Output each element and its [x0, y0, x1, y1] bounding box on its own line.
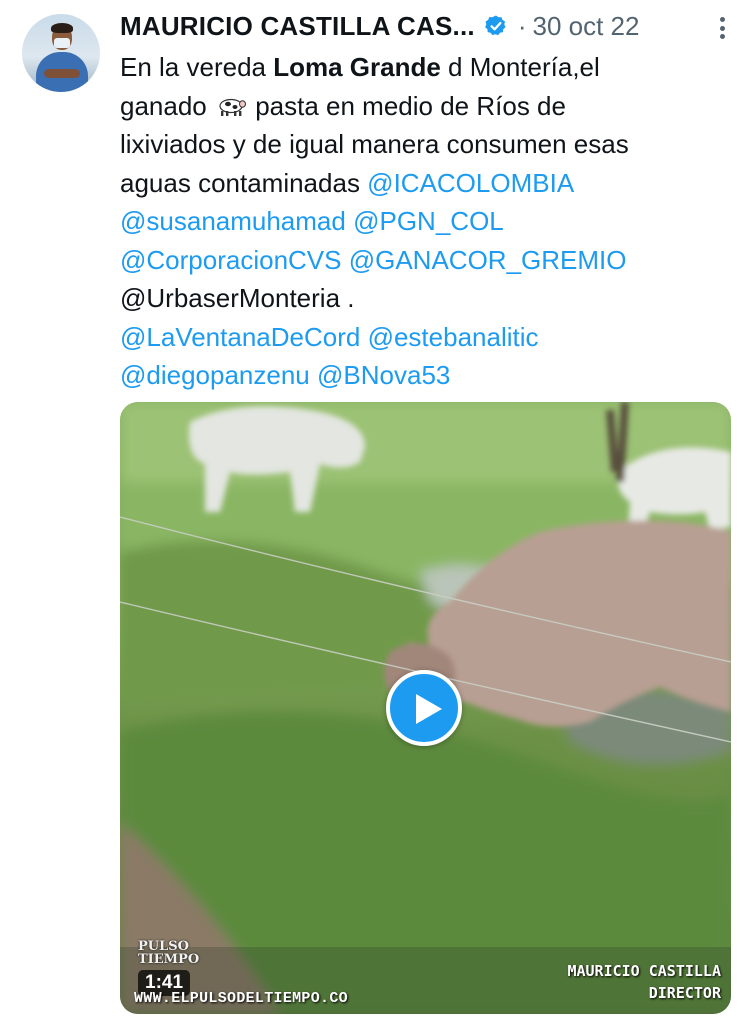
text-segment — [341, 245, 348, 275]
tweet-text-line: En la vereda Loma Grande d Montería,el — [120, 48, 740, 87]
tweet-text-line: lixiviados y de igual manera consumen es… — [120, 125, 740, 164]
watermark-logo: PULSO TIEMPO — [138, 940, 199, 966]
mention-link[interactable]: @BNova53 — [317, 360, 450, 390]
watermark-credit: MAURICIO CASTILLA DIRECTOR — [567, 960, 721, 1004]
tweet-text-line: aguas contaminadas @ICACOLOMBIA — [120, 164, 740, 203]
text-segment — [310, 360, 317, 390]
tweet-text-line: ganado pasta en medio de Ríos de — [120, 87, 740, 126]
tweet-date[interactable]: 30 oct 22 — [533, 11, 640, 42]
more-dot — [719, 34, 725, 39]
text-segment: aguas contaminadas — [120, 167, 368, 198]
text-segment: d Montería,el — [440, 52, 600, 82]
tweet-text-line: @diegopanzenu @BNova53 — [120, 356, 740, 395]
play-icon — [416, 694, 442, 724]
author-name[interactable]: MAURICIO CASTILLA CAS... — [120, 11, 475, 42]
mention-link[interactable]: @diegopanzenu — [120, 360, 310, 390]
avatar-arms — [44, 69, 80, 78]
video-player[interactable]: PULSO TIEMPO 1:41 WWW.ELPULSODELTIEMPO.C… — [120, 402, 731, 1014]
more-dot — [719, 25, 725, 31]
watermark-logo-line2: TIEMPO — [138, 952, 200, 967]
tweet-text-line: @UrbaserMonteria . — [120, 279, 740, 318]
mention-link[interactable]: @GANACOR_GREMIO — [349, 245, 627, 275]
header-separator: · — [517, 10, 527, 41]
text-segment — [360, 322, 367, 352]
tweet-header: MAURICIO CASTILLA CAS... · 30 oct 22 — [120, 8, 639, 44]
mention-link[interactable]: @susanamuhamad — [120, 206, 346, 236]
credit-title: DIRECTOR — [648, 984, 721, 1002]
mention-link[interactable]: @ICACOLOMBIA — [367, 168, 574, 198]
tweet-text: En la vereda Loma Grande d Montería,el ga… — [120, 48, 740, 395]
tweet-text-line: @LaVentanaDeCord @estebanalitic — [120, 318, 740, 357]
mention-link[interactable]: @LaVentanaDeCord — [120, 322, 360, 352]
play-button[interactable] — [386, 670, 462, 746]
verified-badge-icon — [484, 15, 506, 36]
avatar-hair — [51, 23, 73, 33]
text-segment — [346, 206, 353, 236]
mention-link[interactable]: @PGN_COL — [353, 206, 504, 236]
text-segment: En la vereda — [120, 52, 274, 82]
tweet-text-line: @susanamuhamad @PGN_COL — [120, 202, 740, 241]
text-segment: @UrbaserMonteria . — [120, 283, 355, 313]
text-segment: pasta en medio de Ríos de — [247, 90, 566, 121]
cow-emoji — [219, 98, 246, 116]
mention-link[interactable]: @CorporacionCVS — [120, 245, 341, 275]
tweet-text-line: @CorporacionCVS @GANACOR_GREMIO — [120, 241, 740, 280]
text-segment: lixiviados y de igual manera consumen es… — [120, 129, 629, 159]
credit-name: MAURICIO CASTILLA — [567, 962, 721, 980]
bold-text: Loma Grande — [273, 52, 441, 82]
text-segment: ganado — [120, 90, 214, 121]
more-options-icon[interactable] — [710, 14, 734, 42]
watermark-url: WWW.ELPULSODELTIEMPO.CO — [134, 990, 348, 1007]
more-dot — [719, 17, 725, 22]
mention-link[interactable]: @estebanalitic — [368, 322, 539, 352]
avatar-mask — [54, 38, 70, 48]
author-avatar[interactable] — [22, 14, 100, 92]
